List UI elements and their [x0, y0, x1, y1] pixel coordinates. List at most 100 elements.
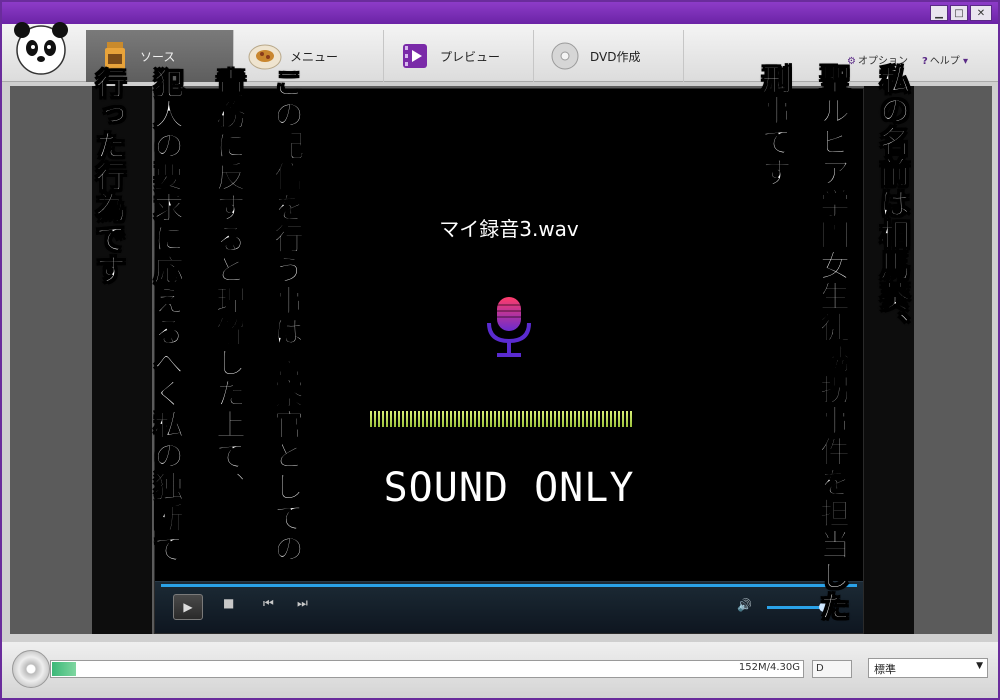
title-bar[interactable]: ▁ □ ✕ [2, 2, 998, 24]
level-bar [526, 411, 528, 427]
play-icon: ▶ [183, 600, 193, 614]
level-bar [470, 411, 472, 427]
tab-preview-label: プレビュー [440, 49, 501, 64]
tab-menu[interactable]: メニュー [236, 30, 384, 82]
level-bar [430, 411, 432, 427]
caption-line-6: 犯人の要求に応えるべく私の独断で [148, 68, 184, 565]
seek-bar[interactable] [161, 584, 857, 587]
level-bar [522, 411, 524, 427]
level-bar [546, 411, 548, 427]
capacity-text: 152M/4.30G [738, 662, 800, 673]
level-bar [446, 411, 448, 427]
level-bar [402, 411, 404, 427]
level-bar [502, 411, 504, 427]
preview-icon [398, 39, 432, 73]
level-bar [442, 411, 444, 427]
chevron-down-icon: ▼ [976, 661, 983, 671]
level-bar [626, 411, 628, 427]
caption-line-4: この配信を行う事は警察官としての [268, 68, 304, 565]
caption-line-7: 行った行為です [90, 68, 126, 286]
level-bar [538, 411, 540, 427]
level-bar [630, 411, 632, 427]
level-bar [410, 411, 412, 427]
play-button[interactable]: ▶ [173, 594, 203, 620]
level-bar [438, 411, 440, 427]
level-bar [450, 411, 452, 427]
maximize-button[interactable]: □ [950, 5, 968, 21]
level-bar [378, 411, 380, 427]
level-bar [422, 411, 424, 427]
level-bar [486, 411, 488, 427]
audio-level-meter [370, 411, 636, 427]
stop-button[interactable]: ■ [223, 596, 234, 610]
status-bar: 152M/4.30G D 標準 ▼ [2, 642, 998, 698]
level-bar [570, 411, 572, 427]
level-bar [390, 411, 392, 427]
tab-menu-label: メニュー [290, 49, 339, 64]
level-bar [454, 411, 456, 427]
capacity-fill [52, 662, 76, 676]
quality-select[interactable]: 標準 ▼ [868, 658, 988, 678]
level-bar [506, 411, 508, 427]
level-bar [554, 411, 556, 427]
level-bar [474, 411, 476, 427]
level-bar [426, 411, 428, 427]
level-bar [406, 411, 408, 427]
level-bar [614, 411, 616, 427]
file-name: マイ録音3.wav [439, 217, 579, 241]
level-bar [590, 411, 592, 427]
capacity-bar [50, 660, 804, 678]
level-bar [458, 411, 460, 427]
level-bar [602, 411, 604, 427]
level-bar [386, 411, 388, 427]
level-bar [462, 411, 464, 427]
previous-button[interactable]: ⏮ [263, 596, 274, 611]
level-bar [514, 411, 516, 427]
chevron-down-icon: ▾ [962, 56, 968, 67]
level-bar [510, 411, 512, 427]
help-link[interactable]: ? ヘルプ ▾ [922, 52, 968, 67]
level-bar [534, 411, 536, 427]
help-icon: ? [921, 56, 928, 67]
level-bar [610, 411, 612, 427]
tab-preview[interactable]: プレビュー [386, 30, 534, 82]
level-bar [542, 411, 544, 427]
level-bar [562, 411, 564, 427]
player-controls: ▶ ■ ⏮ ⏭ 🔊 [155, 581, 863, 633]
disc-icon [12, 650, 50, 688]
level-bar [622, 411, 624, 427]
level-bar [606, 411, 608, 427]
tab-dvd-label: DVD作成 [590, 49, 641, 64]
panda-logo-icon [14, 22, 68, 75]
caption-line-2: 聖ルビア学園女生徒誘拐事件を担当した [814, 64, 850, 623]
level-bar [582, 411, 584, 427]
level-bar [598, 411, 600, 427]
level-bar [434, 411, 436, 427]
caption-line-5: 責務に反すると理解した上で、 [210, 68, 246, 503]
level-bar [530, 411, 532, 427]
level-bar [586, 411, 588, 427]
minimize-button[interactable]: ▁ [930, 5, 948, 21]
disc-type-select[interactable]: D [812, 660, 852, 678]
level-bar [414, 411, 416, 427]
level-bar [594, 411, 596, 427]
volume-icon[interactable]: 🔊 [737, 598, 752, 612]
close-button[interactable]: ✕ [970, 5, 992, 21]
level-bar [482, 411, 484, 427]
level-bar [394, 411, 396, 427]
level-bar [518, 411, 520, 427]
skip-forward-icon: ⏭ [297, 596, 308, 610]
level-bar [398, 411, 400, 427]
tab-dvd[interactable]: DVD作成 [536, 30, 684, 82]
level-bar [558, 411, 560, 427]
level-bar [382, 411, 384, 427]
level-bar [490, 411, 492, 427]
level-bar [578, 411, 580, 427]
level-bar [494, 411, 496, 427]
stop-icon: ■ [223, 596, 235, 610]
level-bar [370, 411, 372, 427]
level-bar [498, 411, 500, 427]
caption-line-1: 私の名前は相馬葵、 [874, 64, 910, 344]
level-bar [618, 411, 620, 427]
next-button[interactable]: ⏭ [297, 596, 308, 611]
